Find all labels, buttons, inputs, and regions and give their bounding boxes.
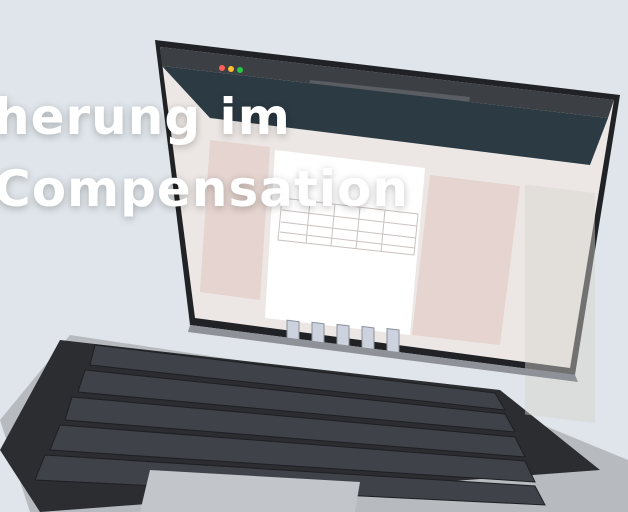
screen-pattern <box>525 184 595 424</box>
maximize-dot-icon[interactable] <box>237 67 243 73</box>
minimize-dot-icon[interactable] <box>228 66 234 72</box>
close-dot-icon[interactable] <box>219 65 225 71</box>
laptop-scene <box>0 0 628 512</box>
overlay-title-line-1: herung im <box>0 88 291 146</box>
overlay-title-line-2: Compensation <box>0 160 409 218</box>
